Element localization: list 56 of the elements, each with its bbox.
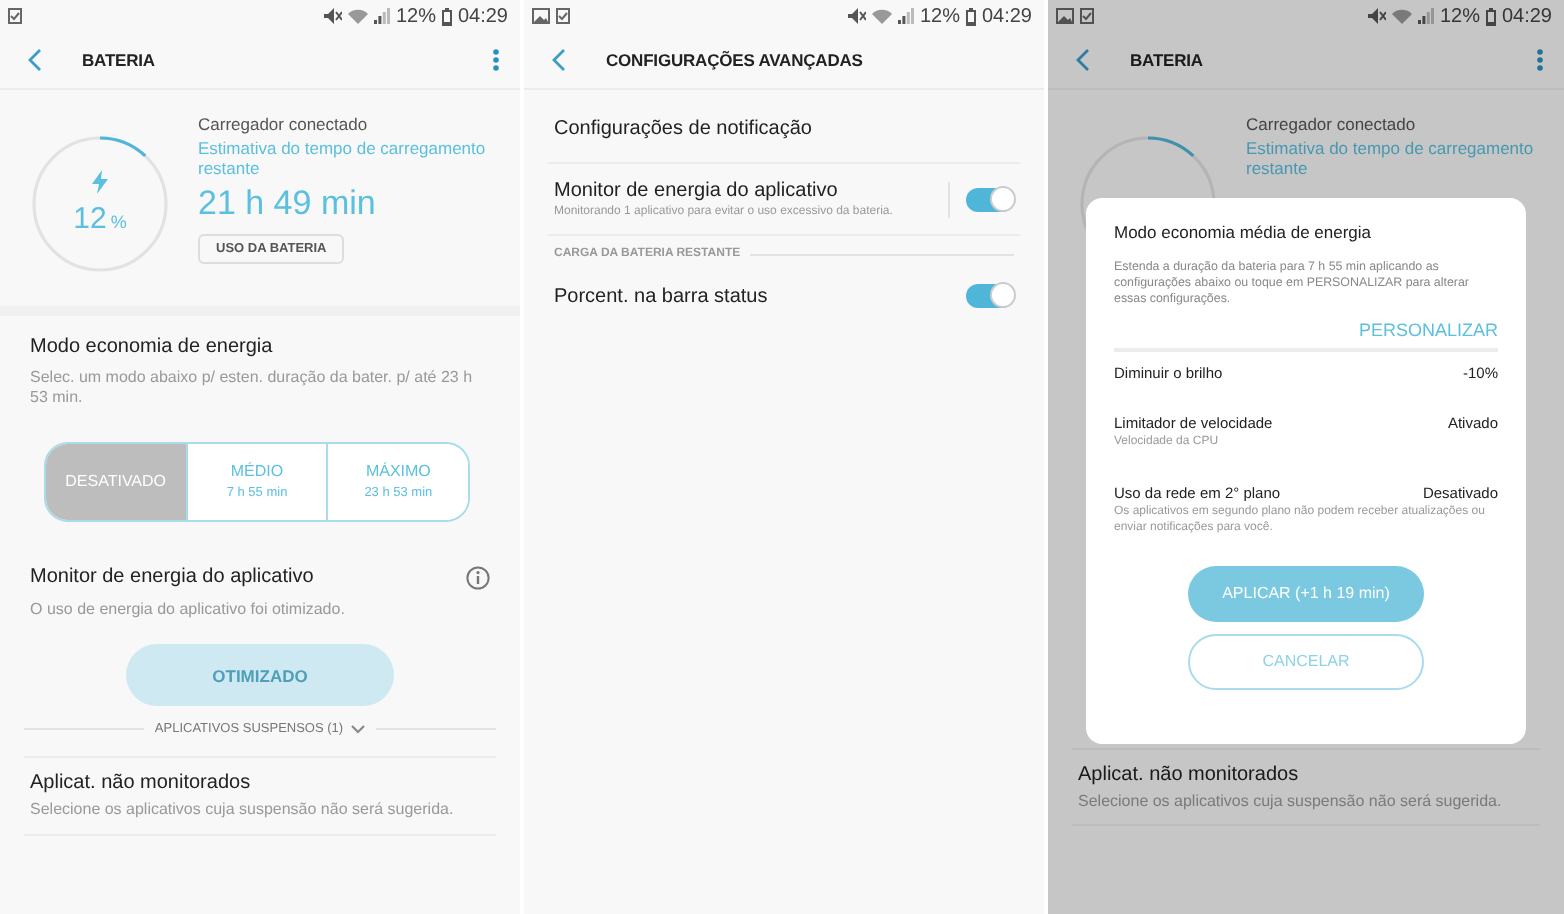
status-time: 04:29 [457, 5, 508, 27]
wifi-icon [871, 8, 892, 24]
signal-icon [897, 8, 914, 24]
signal-icon [1417, 8, 1434, 24]
info-icon[interactable] [466, 565, 490, 590]
section-title: Monitor de energia do aplicativo [30, 566, 314, 589]
chevron-down-icon [349, 724, 366, 735]
charge-time: 21 h 49 min [198, 183, 376, 224]
status-time: 04:29 [981, 5, 1032, 27]
more-options-icon[interactable] [492, 48, 500, 72]
charger-status: Carregador conectado [198, 114, 368, 134]
checklist-icon [556, 8, 570, 24]
wifi-icon [347, 8, 368, 24]
checklist-icon [1080, 8, 1094, 24]
checklist-icon [8, 8, 22, 24]
section-description: Selec. um modo abaixo p/ esten. duração da bater. p/ até 23 h 53 min. [30, 368, 475, 410]
mute-icon [847, 8, 866, 24]
setting-title[interactable]: Aplicat. não monitorados [1078, 764, 1534, 786]
toggle-switch[interactable] [966, 187, 1014, 211]
battery-percent: 12% [919, 5, 960, 27]
battery-percent-value: 12 [73, 202, 107, 236]
setting-description: Selecione os aplicativos cuja suspensão não será sugerida. [1078, 792, 1504, 813]
battery-percent: 12% [395, 5, 436, 27]
battery-icon [1485, 7, 1496, 25]
signal-icon [373, 8, 390, 24]
battery-icon [965, 7, 976, 25]
status-time: 04:29 [1501, 5, 1552, 27]
percent-sign: % [110, 212, 127, 232]
image-icon [1056, 8, 1074, 24]
more-options-icon[interactable] [1536, 48, 1544, 72]
setting-title[interactable]: Configurações de notificação [554, 118, 812, 140]
image-icon [532, 8, 550, 24]
back-icon[interactable] [1074, 48, 1090, 72]
screen-title: BATERIA [1130, 50, 1205, 70]
battery-ring [30, 134, 170, 274]
setting-title[interactable]: Porcent. na barra status [554, 285, 966, 307]
estimate-label: Estimativa do tempo de carregamento restante [1246, 140, 1536, 180]
battery-percent: 12% [1439, 5, 1480, 27]
section-title: Modo economia de energia [30, 336, 275, 358]
back-icon[interactable] [550, 48, 566, 72]
screen-title: BATERIA [82, 50, 157, 70]
toggle-switch[interactable] [966, 284, 1014, 308]
setting-title[interactable]: Aplicat. não monitorados [30, 772, 490, 795]
estimate-label: Estimativa do tempo de carregamento restante [198, 140, 488, 180]
charger-status: Carregador conectado [1246, 114, 1416, 134]
section-description: O uso de energia do aplicativo foi otimizado. [30, 599, 347, 621]
setting-description: Selecione os aplicativos cuja suspensão não será sugerida. [30, 800, 456, 822]
dialog-title: Modo economia média de energia [1114, 222, 1374, 242]
mute-icon [323, 8, 342, 24]
lightning-icon [92, 170, 108, 194]
battery-icon [441, 7, 452, 25]
screen-title: CONFIGURAÇÕES AVANÇADAS [606, 50, 865, 70]
setting-title[interactable]: Monitor de energia do aplicativo [554, 180, 948, 202]
wifi-icon [1391, 8, 1412, 24]
back-icon[interactable] [26, 48, 42, 72]
mute-icon [1367, 8, 1386, 24]
